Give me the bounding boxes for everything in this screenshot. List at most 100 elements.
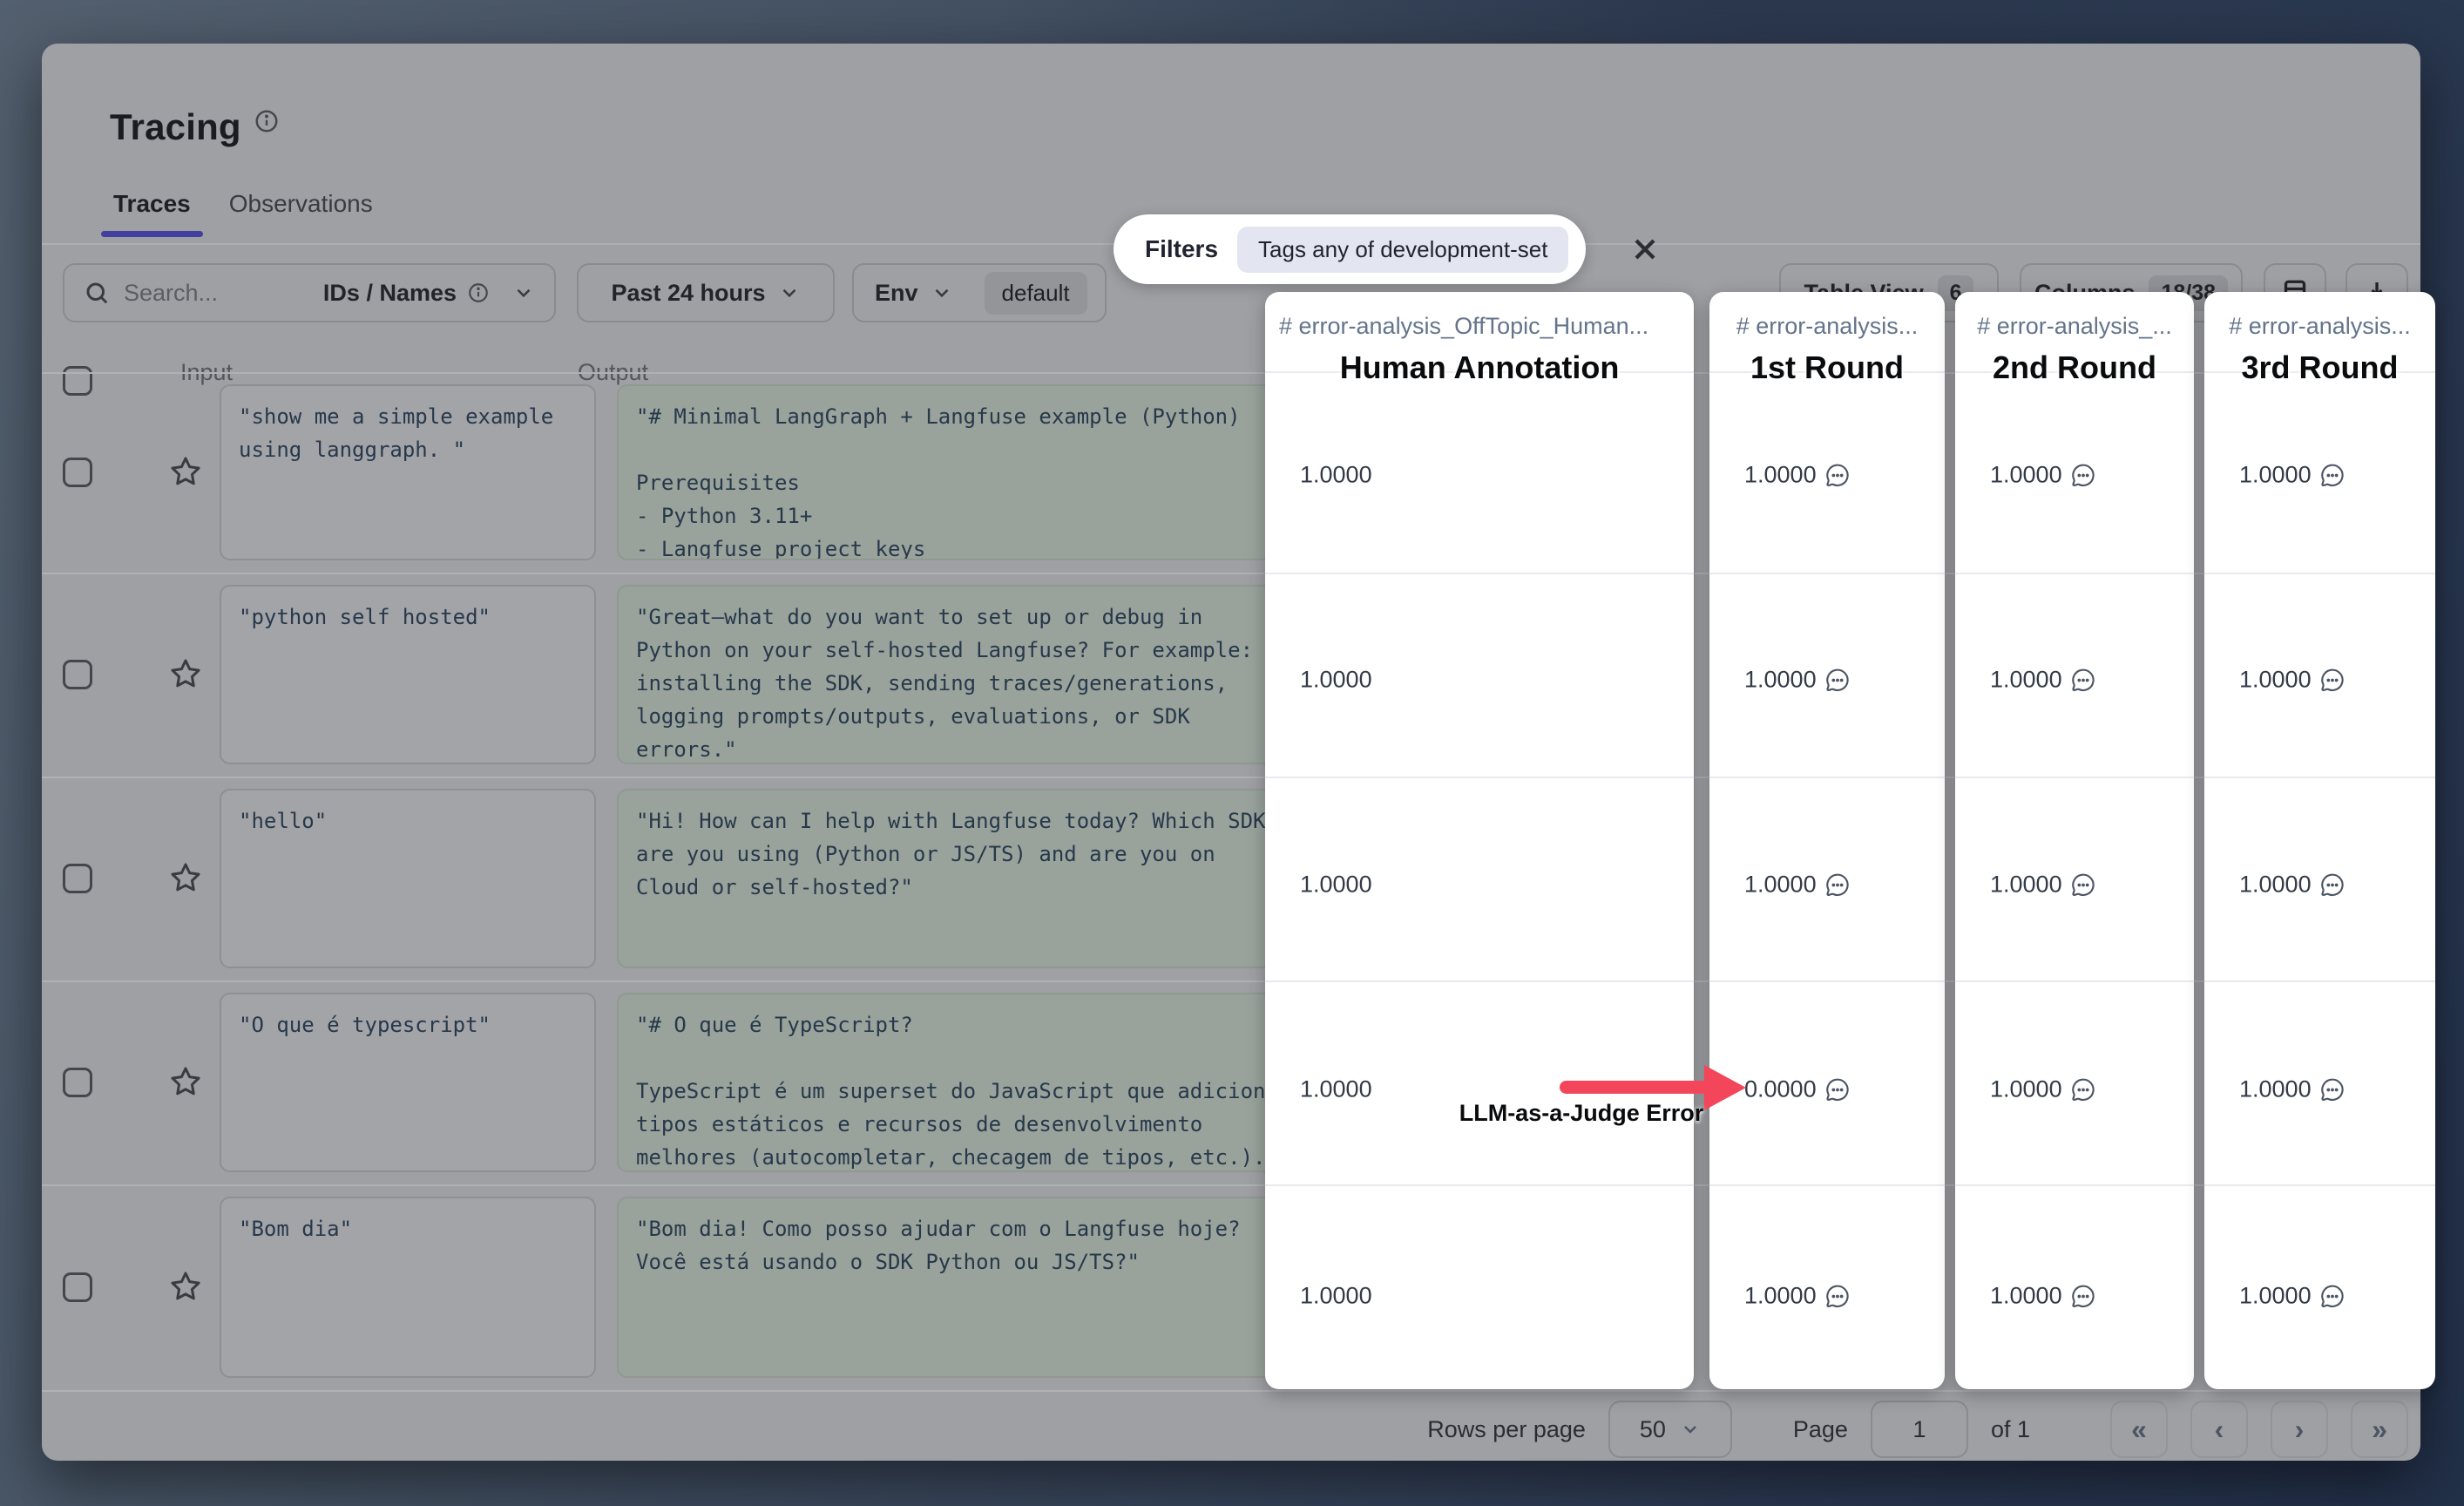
page-label: Page [1793, 1416, 1848, 1443]
chevron-down-icon [512, 282, 535, 304]
input-cell[interactable]: "O que é typescript" [220, 993, 596, 1172]
score-cell[interactable]: 1.0000 [1744, 462, 1850, 489]
score-cell[interactable]: 1.0000 [2239, 667, 2345, 694]
search-input[interactable]: Search... [124, 280, 218, 307]
chevron-down-icon [931, 282, 953, 304]
error-annotation-label: LLM-as-a-Judge Error [1429, 1100, 1734, 1127]
score-column-header[interactable]: # error-analysis_... [1955, 313, 2194, 340]
filters-button[interactable]: Filters Tags any of development-set [1114, 214, 1586, 284]
time-range-label: Past 24 hours [611, 280, 765, 307]
pagination-bar: Rows per page 50 Page 1 of 1 « ‹ › » [1307, 1400, 2408, 1459]
comment-icon[interactable] [2320, 463, 2345, 487]
comment-icon[interactable] [1825, 1284, 1850, 1308]
score-cell[interactable]: 1.0000 [2239, 1076, 2345, 1103]
score-cell[interactable]: 1.0000 [1300, 1076, 1372, 1103]
comment-icon[interactable] [2071, 463, 2095, 487]
env-filter-button[interactable]: Env default [852, 263, 1107, 322]
star-icon[interactable] [169, 657, 202, 690]
score-cell[interactable]: 1.0000 [1744, 667, 1850, 694]
score-cell[interactable]: 1.0000 [1300, 667, 1372, 694]
page-title: Tracing [110, 106, 280, 148]
search-scope-label: IDs / Names [323, 280, 457, 307]
filter-chip-tags[interactable]: Tags any of development-set [1237, 227, 1568, 273]
row-checkbox[interactable] [63, 1068, 92, 1097]
score-cell-error[interactable]: 0.0000 [1744, 1076, 1850, 1103]
comment-icon[interactable] [2320, 872, 2345, 897]
next-page-button[interactable]: › [2271, 1401, 2328, 1458]
star-icon[interactable] [169, 1065, 202, 1098]
comment-icon[interactable] [2071, 1284, 2095, 1308]
star-icon[interactable] [169, 455, 202, 488]
comment-icon[interactable] [1825, 668, 1850, 692]
annotation-label: 1st Round [1709, 349, 1945, 386]
env-label: Env [875, 280, 918, 307]
star-icon[interactable] [169, 1270, 202, 1303]
last-page-button[interactable]: » [2351, 1401, 2408, 1458]
score-column-1st-round[interactable]: # error-analysis... 1st Round 1.0000 1.0… [1709, 292, 1945, 1389]
score-column-header[interactable]: # error-analysis... [1709, 313, 1945, 340]
comment-icon[interactable] [2071, 1077, 2095, 1102]
first-page-button[interactable]: « [2110, 1401, 2168, 1458]
star-icon[interactable] [169, 861, 202, 894]
row-checkbox[interactable] [63, 458, 92, 487]
comment-icon[interactable] [2071, 872, 2095, 897]
output-cell[interactable]: "Hi! How can I help with Langfuse today?… [617, 789, 1303, 968]
output-cell[interactable]: "# Minimal LangGraph + Langfuse example … [617, 384, 1303, 560]
env-value-chip[interactable]: default [985, 272, 1087, 315]
chevron-down-icon [778, 282, 801, 304]
error-arrow [1560, 1081, 1709, 1094]
score-column-header[interactable]: # error-analysis... [2204, 313, 2435, 340]
comment-icon[interactable] [1825, 872, 1850, 897]
score-column-human-annotation[interactable]: # error-analysis_OffTopic_Human... Human… [1265, 292, 1694, 1389]
input-cell[interactable]: "show me a simple example using langgrap… [220, 384, 596, 560]
filters-label: Filters [1145, 235, 1218, 263]
page-total-label: of 1 [1991, 1416, 2030, 1443]
comment-icon[interactable] [1825, 1077, 1850, 1102]
output-cell[interactable]: "Great—what do you want to set up or deb… [617, 585, 1303, 764]
score-column-2nd-round[interactable]: # error-analysis_... 2nd Round 1.0000 1.… [1955, 292, 2194, 1389]
score-cell[interactable]: 1.0000 [2239, 1283, 2345, 1310]
comment-icon[interactable] [1825, 463, 1850, 487]
tab-bar: Traces Observations [113, 190, 373, 237]
comment-icon[interactable] [2320, 668, 2345, 692]
score-cell[interactable]: 1.0000 [1990, 1283, 2095, 1310]
info-icon [254, 108, 280, 134]
input-cell[interactable]: "hello" [220, 789, 596, 968]
score-cell[interactable]: 1.0000 [1990, 1076, 2095, 1103]
output-cell[interactable]: "# O que é TypeScript? TypeScript é um s… [617, 993, 1303, 1172]
score-cell[interactable]: 1.0000 [1744, 872, 1850, 899]
rows-per-page-select[interactable]: 50 [1608, 1401, 1732, 1458]
close-icon[interactable] [1626, 230, 1664, 268]
input-cell[interactable]: "python self hosted" [220, 585, 596, 764]
comment-icon[interactable] [2320, 1077, 2345, 1102]
row-checkbox[interactable] [63, 1272, 92, 1302]
input-cell[interactable]: "Bom dia" [220, 1197, 596, 1378]
score-cell[interactable]: 1.0000 [1300, 872, 1372, 899]
tab-observations[interactable]: Observations [229, 190, 373, 237]
time-range-button[interactable]: Past 24 hours [577, 263, 835, 322]
score-cell[interactable]: 1.0000 [1990, 667, 2095, 694]
comment-icon[interactable] [2071, 668, 2095, 692]
score-cell[interactable]: 1.0000 [1744, 1283, 1850, 1310]
row-checkbox[interactable] [63, 660, 92, 689]
row-checkbox[interactable] [63, 864, 92, 893]
page-number-input[interactable]: 1 [1871, 1401, 1968, 1458]
score-column-header[interactable]: # error-analysis_OffTopic_Human... [1265, 313, 1694, 340]
page-title-text: Tracing [110, 106, 241, 147]
output-cell[interactable]: "Bom dia! Como posso ajudar com o Langfu… [617, 1197, 1303, 1378]
previous-page-button[interactable]: ‹ [2190, 1401, 2248, 1458]
annotation-label: 2nd Round [1955, 349, 2194, 386]
score-cell[interactable]: 1.0000 [2239, 872, 2345, 899]
score-cell[interactable]: 1.0000 [1990, 872, 2095, 899]
score-cell[interactable]: 1.0000 [1300, 1283, 1372, 1310]
search-box[interactable]: Search... IDs / Names [63, 263, 556, 322]
score-cell[interactable]: 1.0000 [1990, 462, 2095, 489]
search-icon [84, 280, 110, 306]
tab-traces[interactable]: Traces [113, 190, 191, 237]
rows-per-page-label: Rows per page [1427, 1416, 1586, 1443]
rows-per-page-value: 50 [1640, 1416, 1666, 1443]
score-cell[interactable]: 1.0000 [2239, 462, 2345, 489]
comment-icon[interactable] [2320, 1284, 2345, 1308]
score-column-3rd-round[interactable]: # error-analysis... 3rd Round 1.0000 1.0… [2204, 292, 2435, 1389]
score-cell[interactable]: 1.0000 [1300, 462, 1372, 489]
